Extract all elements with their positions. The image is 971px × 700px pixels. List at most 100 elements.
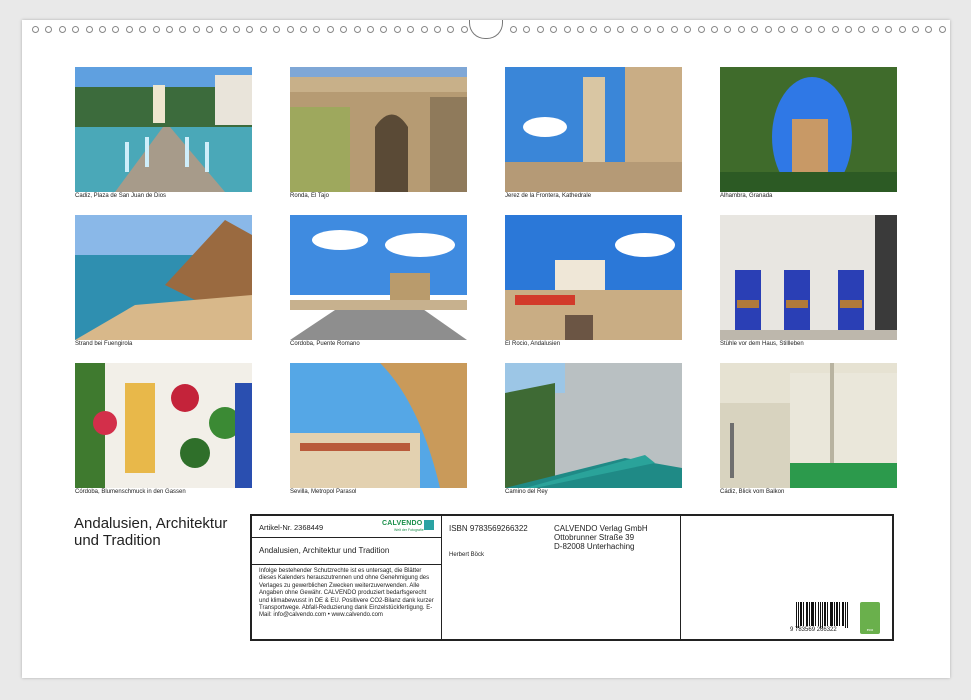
photo-fuengirola [75,215,252,340]
binding-ring [32,26,39,33]
photo-cordoba-flowers [75,363,252,488]
binding-ring [603,26,611,33]
photo-ronda [290,67,467,192]
calvendo-logo: CALVENDO [382,520,423,527]
binding-ring [590,26,598,33]
binding-ring [764,26,772,33]
binding-ring [273,26,281,33]
author: Herbert Böck [449,552,485,558]
binding-ring [313,26,321,33]
binding-ring [393,26,401,33]
caption-12: Cádiz, Blick vom Balkon [720,489,785,495]
binding-ring [804,26,812,33]
photo-cadiz-balcony [720,363,897,488]
binding-ring [577,26,584,33]
binding-ring [152,26,160,33]
binding-ring [112,26,120,33]
binding-ring [818,26,826,33]
binding-ring [845,26,852,33]
binding-ring [233,26,240,33]
barcode-icon [796,602,848,628]
caption-6: Cordoba, Puente Romano [290,341,360,347]
binding-ring [420,26,428,33]
binding-ring [711,26,718,33]
binding-ring [724,26,732,33]
binding-ring [644,26,651,33]
binding-ring [630,26,638,33]
calendar-page: Cadiz, Plaza de San Juan de Dios Ronda, … [22,20,950,678]
binding-ring [58,26,66,33]
binding-ring [340,26,348,33]
binding-ring [219,26,227,33]
binding-ring [536,26,544,33]
binding-ring [550,26,558,33]
binding-ring [179,26,187,33]
binding-ring [697,26,705,33]
binding-ring [925,26,933,33]
binding-ring [434,26,441,33]
binding-ring [460,26,468,33]
photo-cadiz-plaza [75,67,252,192]
binding-ring [751,26,759,33]
binding-ring [300,26,307,33]
eco-label-icon: eco [860,602,880,634]
photo-el-rocio [505,215,682,340]
caption-3: Jerez de la Frontera, Kathedrale [505,193,592,199]
photo-chairs [720,215,897,340]
binding-ring [684,26,692,33]
binding-ring [523,26,531,33]
caption-10: Sevilla, Metropol Parasol [290,489,357,495]
binding-ring [563,26,571,33]
caption-7: El Rocio, Andalusien [505,341,561,347]
binding-ring [72,26,80,33]
binding-ring [192,26,200,33]
binding-ring [938,26,946,33]
caption-5: Strand bei Fuengirola [75,341,133,347]
binding-ring [898,26,906,33]
binding-ring [353,26,361,33]
legal-notice: Infolge bestehender Schutzrechte ist es … [259,568,434,619]
caption-1: Cadiz, Plaza de San Juan de Dios [75,193,167,199]
binding-ring [246,26,254,33]
isbn: ISBN 9783569266322 [449,524,528,533]
calendar-title: Andalusien, Architektur und Tradition [74,515,228,549]
binding-ring [657,26,665,33]
binding-ring [407,26,415,33]
binding-ring [510,26,517,33]
product-title: Andalusien, Architektur und Tradition [259,546,390,555]
binding-ring [617,26,625,33]
publisher-city: D-82008 Unterhaching [554,542,635,551]
binding-ring [125,26,133,33]
binding-ring [858,26,866,33]
binding-ring [380,26,388,33]
barcode-number: 9 783569 266322 [790,627,837,633]
caption-9: Córdoba, Blumenschmuck in den Gassen [75,489,186,495]
binding-ring [166,26,173,33]
binding-ring [791,26,799,33]
binding-ring [99,26,106,33]
eco-label-text: eco [866,627,874,632]
binding-ring [259,26,267,33]
photo-cordoba-bridge [290,215,467,340]
binding-ring [778,26,785,33]
article-number: Artikel-Nr. 2368449 [259,523,324,532]
binding-ring [326,26,334,33]
binding-ring [737,26,745,33]
caption-2: Ronda, El Tajo [290,193,329,199]
caption-11: Camino del Rey [505,489,548,495]
binding-ring [45,26,53,33]
binding-ring [85,26,93,33]
imprint-box: Artikel-Nr. 2368449 CALVENDO Welt der Fo… [250,514,894,641]
photo-sevilla-parasol [290,363,467,488]
binding-ring [912,26,919,33]
binding-ring [670,26,678,33]
photo-alhambra [720,67,897,192]
binding-ring [447,26,455,33]
binding-ring [831,26,839,33]
caption-8: Stühle vor dem Haus, Stillleben [720,341,804,347]
binding-ring [139,26,147,33]
calvendo-logo-icon [424,520,434,530]
binding-ring [206,26,214,33]
photo-jerez [505,67,682,192]
binding-ring [286,26,294,33]
